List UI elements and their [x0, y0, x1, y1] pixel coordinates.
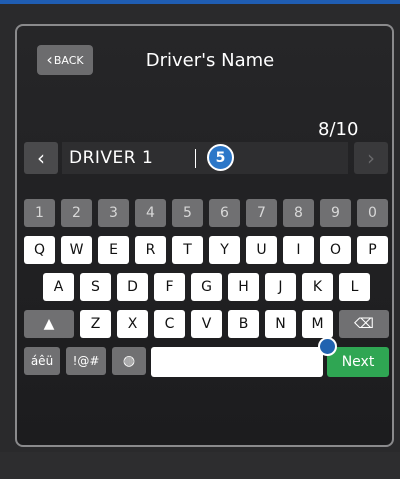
key-b[interactable]: B	[228, 310, 259, 338]
chevron-right-icon: ›	[367, 146, 375, 170]
character-counter: 8/10	[318, 119, 359, 140]
key-u[interactable]: U	[246, 236, 277, 264]
key-7[interactable]: 7	[246, 199, 277, 227]
bottom-band	[0, 452, 400, 479]
back-label: BACK	[53, 53, 84, 67]
page-title: Driver's Name	[145, 50, 275, 71]
key-a[interactable]: A	[43, 273, 74, 301]
chevron-left-icon: ‹	[46, 50, 53, 69]
key-r[interactable]: R	[135, 236, 166, 264]
key-s[interactable]: S	[80, 273, 111, 301]
cursor-left-button[interactable]: ‹	[24, 142, 58, 174]
cursor-right-button[interactable]: ›	[354, 142, 388, 174]
symbol-key[interactable]: !@#	[66, 347, 106, 375]
name-input[interactable]: DRIVER 1 5 ✕	[62, 142, 376, 174]
screen: ‹ BACK Driver's Name 8/10 ‹ DRIVER 1 5 ✕…	[0, 0, 400, 479]
key-3[interactable]: 3	[98, 199, 129, 227]
key-5[interactable]: 5	[172, 199, 203, 227]
step-badge: 5	[207, 144, 234, 171]
key-q[interactable]: Q	[24, 236, 55, 264]
key-n[interactable]: N	[265, 310, 296, 338]
key-d[interactable]: D	[117, 273, 148, 301]
key-x[interactable]: X	[117, 310, 148, 338]
key-z[interactable]: Z	[80, 310, 111, 338]
key-l[interactable]: L	[339, 273, 370, 301]
key-8[interactable]: 8	[283, 199, 314, 227]
key-c[interactable]: C	[154, 310, 185, 338]
backspace-icon: ⌫	[354, 316, 374, 332]
shift-icon: ▲	[43, 316, 55, 332]
key-e[interactable]: E	[98, 236, 129, 264]
key-g[interactable]: G	[191, 273, 222, 301]
back-button[interactable]: ‹ BACK	[37, 45, 93, 75]
key-m[interactable]: M	[302, 310, 333, 338]
text-cursor	[195, 149, 196, 168]
key-2[interactable]: 2	[61, 199, 92, 227]
chevron-left-icon: ‹	[37, 146, 45, 170]
key-w[interactable]: W	[61, 236, 92, 264]
shift-key[interactable]: ▲	[24, 310, 74, 338]
key-f[interactable]: F	[154, 273, 185, 301]
key-y[interactable]: Y	[209, 236, 240, 264]
globe-icon: ◍	[122, 353, 136, 369]
touch-indicator-dot	[318, 337, 337, 356]
key-1[interactable]: 1	[24, 199, 55, 227]
input-row: ‹ DRIVER 1 5 ✕ ›	[24, 142, 390, 174]
key-4[interactable]: 4	[135, 199, 166, 227]
accent-key[interactable]: áêü	[24, 347, 60, 375]
key-9[interactable]: 9	[320, 199, 351, 227]
name-input-value: DRIVER 1	[69, 148, 154, 168]
key-h[interactable]: H	[228, 273, 259, 301]
key-p[interactable]: P	[357, 236, 388, 264]
key-i[interactable]: I	[283, 236, 314, 264]
backspace-key[interactable]: ⌫	[339, 310, 389, 338]
key-j[interactable]: J	[265, 273, 296, 301]
key-6[interactable]: 6	[209, 199, 240, 227]
language-key[interactable]: ◍	[112, 347, 146, 375]
key-t[interactable]: T	[172, 236, 203, 264]
key-0[interactable]: 0	[357, 199, 388, 227]
key-o[interactable]: O	[320, 236, 351, 264]
key-k[interactable]: K	[302, 273, 333, 301]
space-key[interactable]	[151, 347, 323, 377]
next-button[interactable]: Next	[327, 347, 389, 377]
key-v[interactable]: V	[191, 310, 222, 338]
